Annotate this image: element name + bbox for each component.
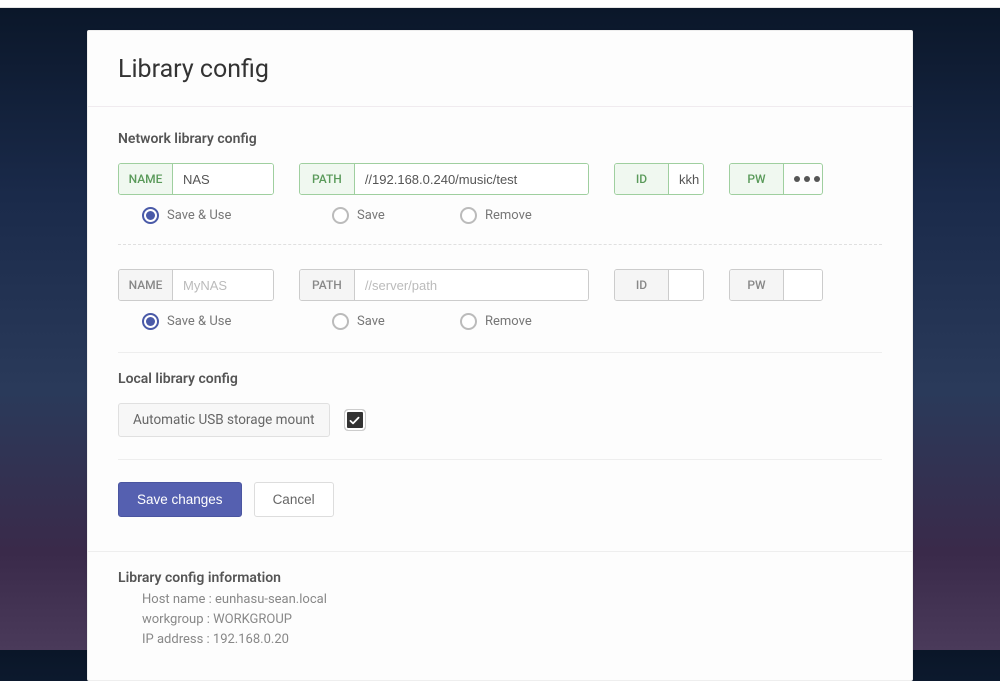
usb-mount-checkbox[interactable] <box>344 409 366 431</box>
id-label: ID <box>615 164 669 194</box>
pw-label: PW <box>730 164 784 194</box>
pw-field: PW <box>729 163 823 195</box>
path-field: PATH <box>299 163 589 195</box>
entry-divider <box>118 244 882 245</box>
top-bar <box>0 0 1000 8</box>
radio-icon <box>332 313 349 330</box>
name-input[interactable] <box>173 164 274 194</box>
button-row: Save changes Cancel <box>118 478 882 541</box>
network-entry-row: NAME PATH ID PW <box>118 269 882 301</box>
name-input[interactable] <box>173 270 274 300</box>
save-button[interactable]: Save changes <box>118 482 242 517</box>
path-input[interactable] <box>355 164 588 194</box>
network-section-title: Network library config <box>118 131 882 147</box>
network-entry-actions: Save & Use Save Remove <box>142 207 882 224</box>
path-label: PATH <box>300 164 355 194</box>
pw-field: PW <box>729 269 823 301</box>
radio-remove[interactable]: Remove <box>460 313 532 330</box>
radio-label: Remove <box>485 314 532 329</box>
path-label: PATH <box>300 270 355 300</box>
name-field: NAME <box>118 163 274 195</box>
library-config-panel: Library config Network library config NA… <box>87 30 913 681</box>
usb-mount-label: Automatic USB storage mount <box>118 403 330 437</box>
radio-save-use[interactable]: Save & Use <box>142 313 332 330</box>
local-section-title: Local library config <box>118 371 882 387</box>
id-field: ID <box>614 163 704 195</box>
path-input[interactable] <box>355 270 588 300</box>
info-line: Host name : eunhasu-sean.local <box>142 590 882 610</box>
radio-label: Save & Use <box>167 314 231 329</box>
radio-label: Save <box>357 208 385 223</box>
network-entry-actions: Save & Use Save Remove <box>142 313 882 330</box>
radio-label: Save <box>357 314 385 329</box>
radio-icon <box>460 207 477 224</box>
name-label: NAME <box>119 270 173 300</box>
page-title: Library config <box>118 55 882 84</box>
radio-icon <box>142 313 159 330</box>
name-label: NAME <box>119 164 173 194</box>
info-line: workgroup : WORKGROUP <box>142 610 882 630</box>
path-field: PATH <box>299 269 589 301</box>
panel-header: Library config <box>88 31 912 107</box>
network-entry-row: NAME PATH ID PW <box>118 163 882 195</box>
id-input[interactable] <box>669 164 704 194</box>
id-field: ID <box>614 269 704 301</box>
radio-save-use[interactable]: Save & Use <box>142 207 332 224</box>
id-label: ID <box>615 270 669 300</box>
name-field: NAME <box>118 269 274 301</box>
usb-mount-row: Automatic USB storage mount <box>118 403 882 437</box>
section-divider <box>118 459 882 460</box>
radio-label: Save & Use <box>167 208 231 223</box>
pw-label: PW <box>730 270 784 300</box>
info-block: Library config information Host name : e… <box>88 551 912 680</box>
pw-masked-icon[interactable] <box>784 164 823 194</box>
radio-icon <box>142 207 159 224</box>
check-icon <box>348 414 361 427</box>
radio-save[interactable]: Save <box>332 207 460 224</box>
radio-remove[interactable]: Remove <box>460 207 532 224</box>
info-line: IP address : 192.168.0.20 <box>142 630 882 650</box>
radio-icon <box>332 207 349 224</box>
cancel-button[interactable]: Cancel <box>254 482 334 517</box>
pw-input[interactable] <box>784 270 823 300</box>
section-divider <box>118 352 882 353</box>
radio-save[interactable]: Save <box>332 313 460 330</box>
radio-label: Remove <box>485 208 532 223</box>
info-title: Library config information <box>118 570 882 586</box>
id-input[interactable] <box>669 270 704 300</box>
radio-icon <box>460 313 477 330</box>
